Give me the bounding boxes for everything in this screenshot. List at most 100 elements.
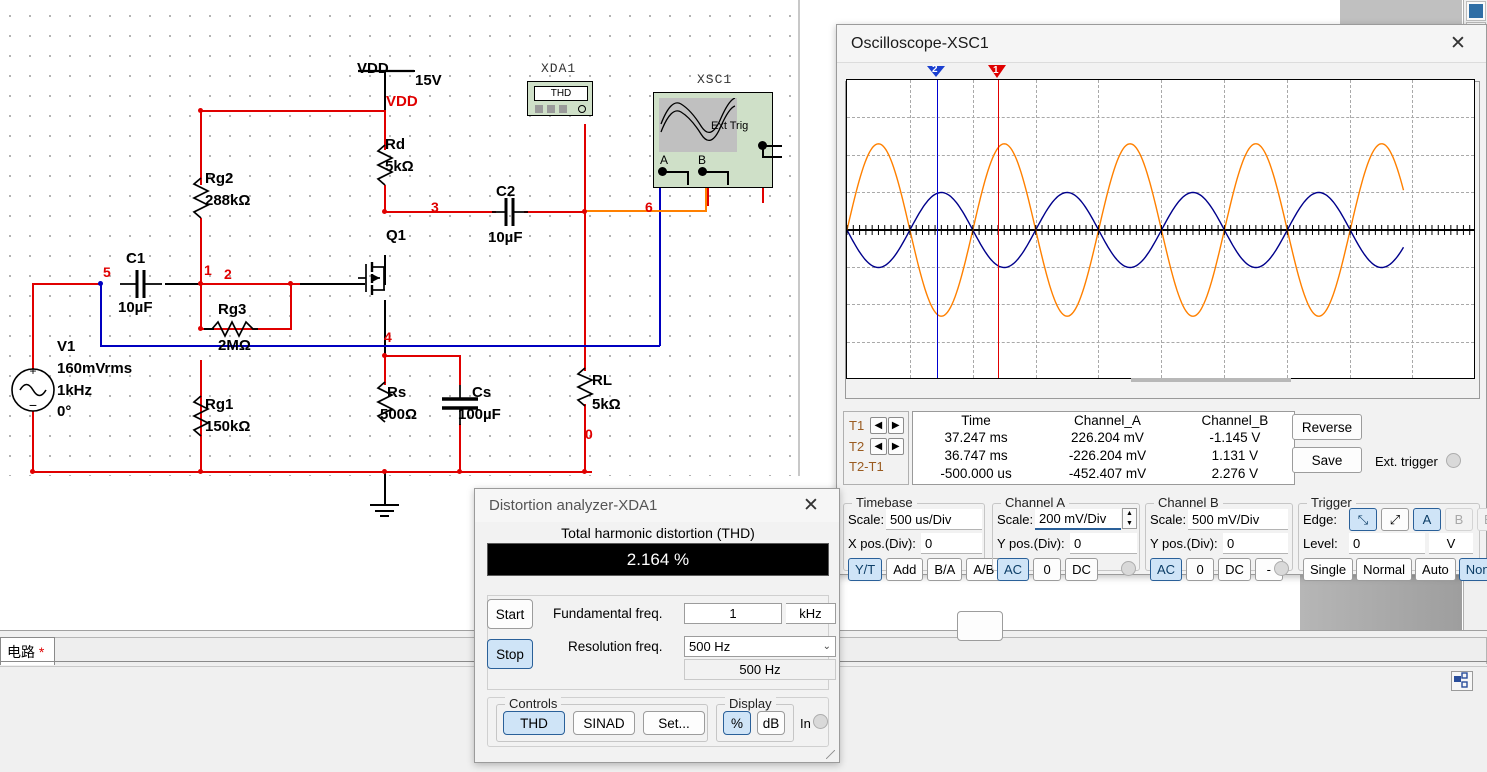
in-terminal[interactable] (813, 714, 828, 729)
wire (384, 471, 386, 506)
stepper-down-icon[interactable]: ▼ (1123, 519, 1136, 529)
toolbar-icon-source[interactable] (1465, 1, 1486, 21)
junction-node (582, 469, 587, 474)
close-icon[interactable]: ✕ (789, 489, 833, 523)
cursor-row-t1[interactable]: T1 ◀ ▶ (849, 415, 904, 436)
stepper-up-icon[interactable]: ▲ (1123, 509, 1136, 519)
wire (32, 418, 34, 472)
fundamental-freq-input[interactable]: 1 (684, 603, 782, 624)
trigger-edge-rising-icon[interactable]: ⤡ (1349, 508, 1377, 531)
channel-a-scale-stepper[interactable]: ▲ ▼ (1122, 508, 1137, 529)
distortion-analyzer-window[interactable]: Distortion analyzer-XDA1 ✕ Total harmoni… (474, 488, 1003, 763)
channel-a-coupling-dc[interactable]: DC (1065, 558, 1098, 581)
start-button-real[interactable]: Start (487, 599, 533, 629)
waveform-display[interactable] (846, 79, 1475, 379)
cursor-flag-t1[interactable]: 1 (988, 65, 1006, 78)
save-button[interactable]: Save (1292, 447, 1362, 473)
scope-horizontal-scrollbar[interactable] (1131, 378, 1291, 382)
channel-a-ypos-input[interactable]: 0 (1070, 533, 1137, 554)
control-thd-button[interactable]: THD (503, 711, 565, 735)
net-number-3: 3 (431, 199, 439, 215)
oscilloscope-window[interactable]: Oscilloscope-XSC1 ✕ 2 1 T1 ◀ ▶ T2 ◀ ▶ T2… (836, 24, 1487, 581)
cell-diff-chan-a: -452.407 mV (1068, 465, 1147, 481)
symbol-c1-capacitor[interactable] (120, 268, 162, 300)
trigger-level-unit[interactable]: V (1429, 533, 1473, 554)
oscilloscope-titlebar[interactable]: Oscilloscope-XSC1 ✕ (837, 25, 1486, 63)
distortion-analyzer-titlebar[interactable]: Distortion analyzer-XDA1 ✕ (475, 489, 839, 522)
cursor-selector-column[interactable]: T1 ◀ ▶ T2 ◀ ▶ T2-T1 (843, 411, 909, 485)
channel-b-terminal[interactable] (1274, 561, 1289, 576)
instrument-xda1[interactable]: THD (527, 81, 593, 116)
symbol-q1-mosfet[interactable] (358, 252, 390, 304)
cursor-t1-right-arrow-icon[interactable]: ▶ (887, 417, 904, 434)
cursor-t1-left-arrow-icon[interactable]: ◀ (870, 417, 887, 434)
cursor-line-t1[interactable] (998, 80, 999, 378)
timebase-xpos-label: X pos.(Div): (848, 536, 916, 551)
trigger-source-a[interactable]: A (1413, 508, 1441, 531)
trigger-source-b[interactable]: B (1445, 508, 1473, 531)
ext-trigger-terminal[interactable] (1446, 453, 1461, 468)
cursor-t2-left-arrow-icon[interactable]: ◀ (870, 438, 887, 455)
start-button[interactable] (957, 611, 1003, 641)
timebase-mode-yt[interactable]: Y/T (848, 558, 883, 581)
channel-b-coupling-dc[interactable]: DC (1218, 558, 1251, 581)
trigger-mode-single[interactable]: Single (1303, 558, 1354, 581)
cursor-rail[interactable]: 2 1 (846, 64, 1475, 79)
symbol-c2-capacitor[interactable] (492, 196, 528, 228)
trigger-source-ext[interactable]: Ext (1477, 508, 1487, 531)
fundamental-freq-unit[interactable]: kHz (786, 603, 836, 624)
instrument-xsc1[interactable]: A B Ext Trig (653, 92, 782, 188)
controls-group: Controls THD SINAD Set... (496, 696, 708, 742)
symbol-ground[interactable] (370, 503, 400, 519)
timebase-caption: Timebase (852, 495, 917, 510)
trigger-edge-falling-icon[interactable]: ⤢ (1381, 508, 1409, 531)
symbol-v1-ac-source[interactable]: + − (10, 360, 56, 420)
waveform-traces (847, 143, 1471, 317)
cursor-row-t2[interactable]: T2 ◀ ▶ (849, 436, 904, 457)
resolution-freq-select[interactable]: 500 Hz ⌄ (684, 636, 836, 657)
sheet-edge (798, 0, 800, 476)
wire (584, 211, 586, 371)
label-rs-value: 500Ω (380, 406, 418, 423)
fundamental-freq-label: Fundamental freq. (553, 606, 663, 621)
trigger-mode-auto[interactable]: Auto (1415, 558, 1456, 581)
xsc1-terminal-wire (727, 171, 729, 185)
symbol-rg3-resistor[interactable] (211, 320, 260, 338)
resize-handle-icon[interactable] (826, 750, 835, 759)
channel-a-scale-input[interactable]: 200 mV/Div (1035, 509, 1121, 530)
timebase-mode-add[interactable]: Add (886, 558, 924, 581)
timebase-xpos-input[interactable]: 0 (921, 533, 982, 554)
measurement-table: Time Channel_A Channel_B 37.247 ms 226.2… (912, 411, 1295, 485)
trigger-level-input[interactable]: 0 (1349, 533, 1425, 554)
cell-diff-time: -500.000 us (940, 465, 1012, 481)
display-percent-button[interactable]: % (723, 711, 751, 735)
display-group: Display % dB (716, 696, 794, 742)
timebase-mode-ba[interactable]: B/A (927, 558, 963, 581)
reverse-button[interactable]: Reverse (1292, 414, 1362, 440)
cursor-measurement-panel: T1 ◀ ▶ T2 ◀ ▶ T2-T1 Time Channel_A Chann… (843, 411, 1295, 485)
wire (32, 345, 34, 362)
network-status-icon[interactable] (1451, 671, 1473, 691)
display-db-button[interactable]: dB (757, 711, 785, 735)
channel-b-scale-input[interactable]: 500 mV/Div (1188, 509, 1288, 530)
cursor-flag-t2[interactable]: 2 (927, 64, 945, 77)
close-icon[interactable]: ✕ (1436, 27, 1480, 61)
channel-a-coupling-gnd[interactable]: 0 (1033, 558, 1062, 581)
cursor-line-t2[interactable] (937, 80, 938, 378)
chevron-down-icon[interactable]: ⌄ (823, 641, 831, 652)
channel-b-coupling-ac[interactable]: AC (1150, 558, 1183, 581)
trigger-mode-none[interactable]: None (1458, 558, 1487, 581)
timebase-scale-input[interactable]: 500 us/Div (886, 509, 982, 530)
control-sinad-button[interactable]: SINAD (573, 711, 635, 735)
label-rg2-value: 288kΩ (205, 192, 251, 209)
channel-a-coupling-ac[interactable]: AC (997, 558, 1030, 581)
cursor-t2-right-arrow-icon[interactable]: ▶ (887, 438, 904, 455)
stop-button[interactable]: Stop (487, 639, 533, 669)
wire (165, 283, 201, 285)
channel-b-ypos-input[interactable]: 0 (1223, 533, 1288, 554)
channel-b-coupling-gnd[interactable]: 0 (1186, 558, 1215, 581)
trigger-mode-normal[interactable]: Normal (1356, 558, 1413, 581)
channel-a-terminal[interactable] (1121, 561, 1136, 576)
control-set-button[interactable]: Set... (643, 711, 705, 735)
xda1-terminal-in[interactable] (578, 105, 586, 113)
